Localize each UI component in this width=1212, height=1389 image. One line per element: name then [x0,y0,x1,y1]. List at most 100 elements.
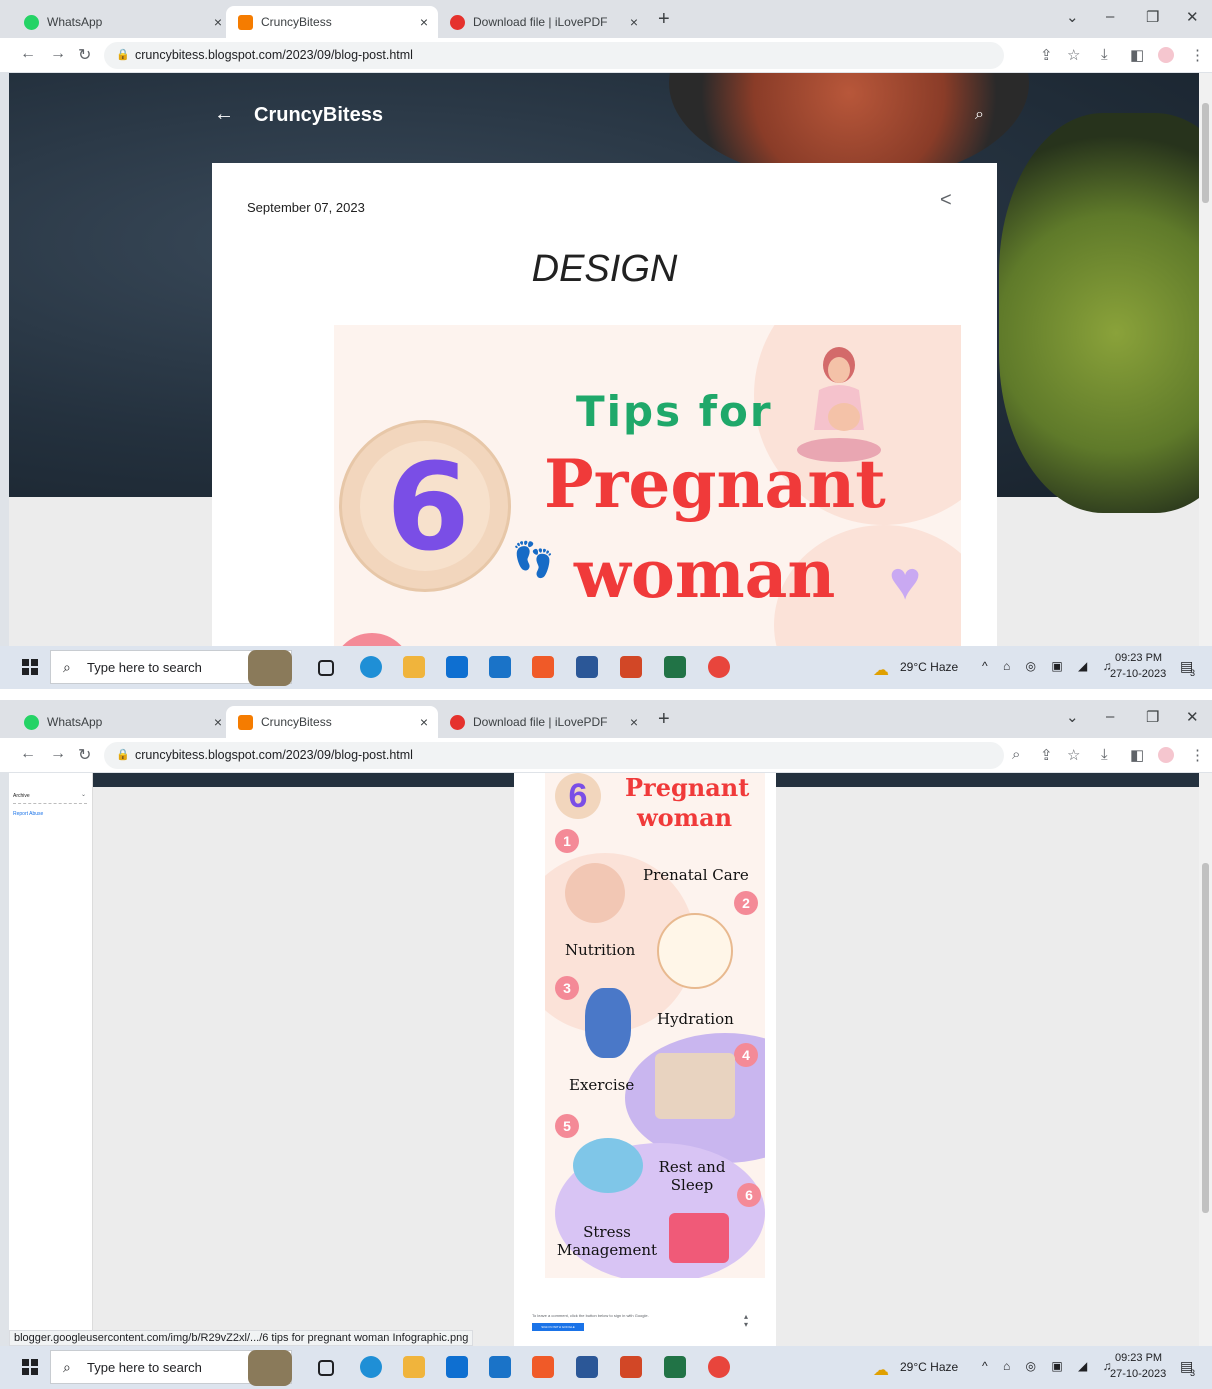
search-icon[interactable]: ⌕ [975,106,984,124]
reload-icon[interactable]: ↻ [78,745,91,765]
word-icon[interactable] [576,656,598,678]
restore-icon[interactable]: ❐ [1146,8,1159,26]
vertical-scrollbar[interactable] [1199,773,1212,1346]
office-icon[interactable] [620,656,642,678]
file-explorer-icon[interactable] [403,1356,425,1378]
infographic-image[interactable]: 6 Tips for Pregnant 👣 woman ♥ [334,325,961,646]
back-icon[interactable]: ← [20,745,36,763]
side-panel-icon[interactable]: ◧ [1130,746,1144,764]
report-abuse-link[interactable]: Report Abuse [13,811,43,817]
tab-cruncybitess[interactable]: CruncyBitess × [226,706,438,738]
brave-icon[interactable] [532,656,554,678]
profile-avatar[interactable] [1158,47,1174,63]
share-page-icon[interactable]: ⇪ [1040,746,1053,764]
windows-start-icon[interactable] [22,1359,38,1375]
download-icon[interactable]: ⤓ [1101,746,1108,763]
clock-date[interactable]: 27-10-2023 [1110,1368,1166,1380]
blog-title[interactable]: CruncyBitess [254,104,383,127]
scrollbar-thumb[interactable] [1202,863,1209,1213]
weather-text[interactable]: 29°C Haze [900,1360,958,1374]
whatsapp-icon [24,714,39,730]
notification-count: 3 [1190,1368,1196,1378]
side-panel-icon[interactable]: ◧ [1130,46,1144,64]
clock-time[interactable]: 09:23 PM [1115,652,1162,664]
resize-stepper[interactable]: ▴ ▾ [744,1313,748,1329]
vertical-scrollbar[interactable] [1199,73,1212,646]
restore-icon[interactable]: ❐ [1146,708,1159,726]
excel-icon[interactable] [664,1356,686,1378]
close-icon[interactable]: × [214,14,222,30]
scrollbar-thumb[interactable] [1202,103,1209,203]
forward-icon[interactable]: → [50,45,66,63]
address-bar[interactable]: 🔒 cruncybitess.blogspot.com/2023/09/blog… [104,742,1004,769]
profile-avatar[interactable] [1158,747,1174,763]
tab-ilovepdf[interactable]: Download file | iLovePDF × [438,706,648,738]
tab-search-icon[interactable]: ⌄ [1066,8,1079,26]
menu-dots-icon[interactable]: ⋮ [1190,46,1205,64]
reload-icon[interactable]: ↻ [78,45,91,65]
infographic-image[interactable]: 6 Pregnant woman 1 Prenatal Care 2 Nutri… [545,773,765,1278]
post-card: 6 Pregnant woman 1 Prenatal Care 2 Nutri… [514,773,776,1346]
brave-icon[interactable] [532,1356,554,1378]
excel-icon[interactable] [664,656,686,678]
clock-date[interactable]: 27-10-2023 [1110,668,1166,680]
share-page-icon[interactable]: ⇪ [1040,46,1053,64]
zoom-icon[interactable]: ⌕ [1012,746,1020,763]
close-window-icon[interactable]: ✕ [1186,708,1199,726]
new-tab-icon[interactable]: + [658,8,670,31]
minimize-icon[interactable]: – [1106,708,1114,725]
share-icon[interactable]: < [940,189,952,212]
task-view-icon[interactable] [318,1360,334,1376]
office-icon[interactable] [620,1356,642,1378]
close-icon[interactable]: × [214,714,222,730]
edge-icon[interactable] [360,1356,382,1378]
back-icon[interactable]: ← [20,45,36,63]
bookmark-star-icon[interactable]: ☆ [1067,46,1080,64]
cortana-lemur-icon[interactable] [248,650,292,686]
new-tab-icon[interactable]: + [658,708,670,731]
tip-label: Hydration [657,1010,734,1028]
word-icon[interactable] [576,1356,598,1378]
store-icon[interactable] [446,1356,468,1378]
tab-cruncybitess[interactable]: CruncyBitess × [226,6,438,38]
tip-number: 3 [555,976,579,1000]
system-tray-icons[interactable]: ^ ⌂ ◎ ▣ ◢ ♫ [982,659,1118,673]
task-view-icon[interactable] [318,660,334,676]
infographic-title-line1: Pregnant [625,773,750,802]
back-arrow-icon[interactable]: ← [214,103,234,126]
tab-search-icon[interactable]: ⌄ [1066,708,1079,726]
chrome-icon[interactable] [708,656,730,678]
infographic-subtitle: Tips for [576,387,773,436]
bookmark-star-icon[interactable]: ☆ [1067,746,1080,764]
weather-text[interactable]: 29°C Haze [900,660,958,674]
edge-icon[interactable] [360,656,382,678]
close-icon[interactable]: × [630,14,638,30]
archive-label[interactable]: Archive [13,793,30,799]
cortana-lemur-icon[interactable] [248,1350,292,1386]
mail-icon[interactable] [489,656,511,678]
close-window-icon[interactable]: ✕ [1186,8,1199,26]
sign-in-google-button[interactable]: SIGN IN WITH GOOGLE [532,1323,584,1331]
close-icon[interactable]: × [420,14,428,30]
file-explorer-icon[interactable] [403,656,425,678]
close-icon[interactable]: × [420,714,428,730]
menu-dots-icon[interactable]: ⋮ [1190,746,1205,764]
minimize-icon[interactable]: – [1106,8,1114,25]
windows-start-icon[interactable] [22,659,38,675]
address-bar[interactable]: 🔒 cruncybitess.blogspot.com/2023/09/blog… [104,42,1004,69]
address-toolbar: ← → ↻ 🔒 cruncybitess.blogspot.com/2023/0… [0,38,1212,72]
chevron-down-icon[interactable]: ⌄ [81,791,86,798]
weather-icon[interactable]: ☁ [873,1360,889,1380]
store-icon[interactable] [446,656,468,678]
download-icon[interactable]: ⤓ [1101,46,1108,63]
tab-ilovepdf[interactable]: Download file | iLovePDF × [438,6,648,38]
tab-whatsapp[interactable]: WhatsApp × [12,706,232,738]
forward-icon[interactable]: → [50,745,66,763]
mail-icon[interactable] [489,1356,511,1378]
close-icon[interactable]: × [630,714,638,730]
system-tray-icons[interactable]: ^ ⌂ ◎ ▣ ◢ ♫ [982,1359,1118,1373]
chrome-icon[interactable] [708,1356,730,1378]
weather-icon[interactable]: ☁ [873,660,889,680]
clock-time[interactable]: 09:23 PM [1115,1352,1162,1364]
tab-whatsapp[interactable]: WhatsApp × [12,6,232,38]
